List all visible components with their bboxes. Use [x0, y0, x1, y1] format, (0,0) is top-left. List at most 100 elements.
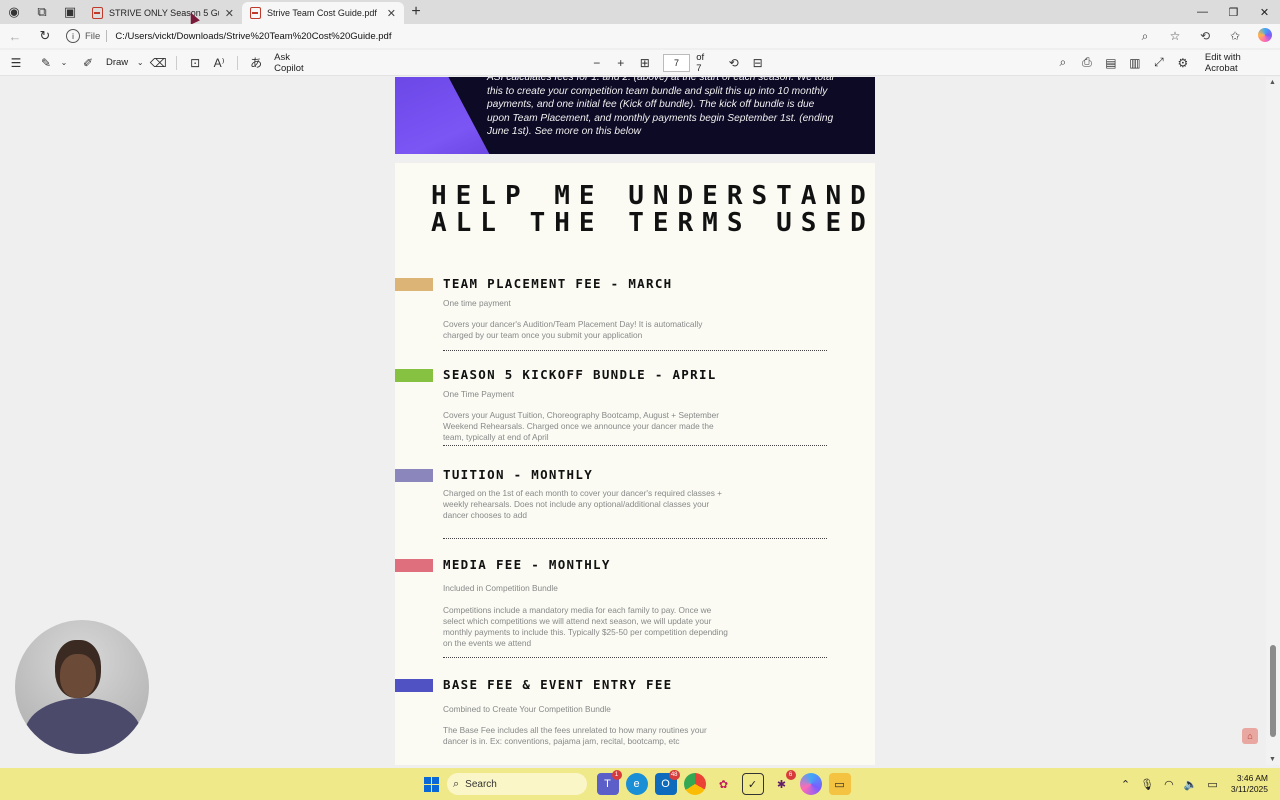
term-heading: SEASON 5 KICKOFF BUNDLE - APRIL	[443, 367, 717, 382]
zoom-icon[interactable]: ⌕	[1130, 24, 1160, 48]
battery-icon[interactable]: ▭	[1207, 778, 1217, 791]
term-subtitle: Included in Competition Bundle	[443, 583, 558, 593]
favorites-icon[interactable]: ✩	[1220, 24, 1250, 48]
minimize-icon[interactable]: —	[1187, 0, 1218, 24]
pdf-icon	[250, 7, 261, 19]
read-aloud-icon[interactable]: A⁾	[207, 50, 231, 76]
vertical-scrollbar[interactable]: ▲ ▼	[1266, 77, 1280, 765]
term-heading: MEDIA FEE - MONTHLY	[443, 557, 611, 572]
color-bar	[395, 679, 433, 692]
extensions-icon[interactable]: ⟲	[1190, 24, 1220, 48]
restore-icon[interactable]: ❐	[1218, 0, 1249, 24]
page-number-input[interactable]: 7	[662, 53, 691, 72]
clock[interactable]: 3:46 AM 3/11/2025	[1231, 773, 1268, 795]
person-body	[25, 698, 141, 754]
profile-icon[interactable]: ◉	[0, 0, 28, 24]
refresh-icon[interactable]: ↻	[30, 24, 60, 48]
new-tab-button[interactable]: +	[404, 0, 428, 24]
favorite-star-icon[interactable]: ☆	[1160, 24, 1190, 48]
pdf-viewer[interactable]: ASI calculates fees for 1. and 2. (above…	[0, 77, 1266, 765]
notification-badge: 6	[785, 770, 796, 780]
highlight-icon[interactable]: ✎	[34, 50, 58, 76]
intro-paragraph: ASI calculates fees for 1. and 2. (above…	[487, 77, 834, 137]
webcam-overlay	[15, 620, 149, 754]
page-title: HELP ME UNDERSTAND ALL THE TERMS USED	[431, 183, 875, 237]
close-window-icon[interactable]: ✕	[1249, 0, 1280, 24]
contents-icon[interactable]: ☰	[4, 50, 28, 76]
tab-title: STRIVE ONLY Season 5 Guidebook	[109, 8, 219, 18]
term-description: The Base Fee includes all the fees unrel…	[443, 725, 707, 746]
close-tab-icon[interactable]: ✕	[225, 7, 234, 20]
close-tab-icon[interactable]: ✕	[387, 7, 396, 20]
address-bar: ← ↻ i File C:/Users/vickt/Downloads/Stri…	[0, 24, 1280, 48]
chevron-down-icon[interactable]: ⌄	[58, 50, 70, 76]
app-icon[interactable]: ✿	[713, 773, 735, 795]
settings-icon[interactable]: ⚙	[1171, 50, 1195, 76]
acrobat-icon[interactable]: ⌂	[1242, 728, 1258, 744]
edit-with-acrobat-button[interactable]: Edit with Acrobat	[1205, 52, 1274, 74]
divider	[176, 55, 178, 70]
draw-button[interactable]: Draw	[106, 57, 128, 68]
eraser-icon[interactable]: ⌫	[146, 50, 170, 76]
text-box-icon[interactable]: ⊡	[183, 50, 207, 76]
page-view-icon[interactable]: ⊟	[746, 50, 770, 76]
pdf-page: HELP ME UNDERSTAND ALL THE TERMS USED TE…	[395, 163, 875, 765]
divider	[106, 30, 108, 42]
ask-copilot-button[interactable]: Ask Copilot	[274, 52, 321, 74]
volume-icon[interactable]: 🔈	[1184, 778, 1198, 791]
edge-icon[interactable]: e	[625, 773, 648, 795]
file-explorer-icon[interactable]: ▭	[828, 773, 851, 795]
term-description: Covers your dancer's Audition/Team Place…	[443, 319, 703, 340]
dotted-divider	[443, 350, 827, 351]
workspaces-icon[interactable]: ⧉	[28, 0, 56, 24]
outlook-icon[interactable]: O 48	[654, 770, 680, 795]
term-description: Covers your August Tuition, Choreography…	[443, 410, 720, 442]
title-line: ALL THE TERMS USED	[431, 208, 875, 238]
url-text[interactable]: C:/Users/vickt/Downloads/Strive%20Team%2…	[115, 31, 391, 42]
pdf-toolbar: ☰ ✎ ⌄ ✐ Draw ⌄ ⌫ ⊡ A⁾ あ Ask Copilot − + …	[0, 50, 1280, 76]
back-icon[interactable]: ←	[0, 24, 30, 48]
todo-icon[interactable]: ✓	[741, 773, 764, 795]
window-controls: — ❐ ✕	[1187, 0, 1280, 24]
url-field[interactable]: i File C:/Users/vickt/Downloads/Strive%2…	[66, 26, 1126, 46]
color-bar	[395, 469, 433, 482]
draw-icon[interactable]: ✐	[76, 50, 100, 76]
info-icon[interactable]: i	[66, 29, 80, 43]
clock-time: 3:46 AM	[1236, 773, 1268, 783]
save-icon[interactable]: ▤	[1099, 50, 1123, 76]
term-subtitle: One Time Payment	[443, 389, 515, 399]
notification-badge: 48	[668, 770, 680, 780]
divider	[237, 55, 239, 70]
search-icon[interactable]: ⌕	[1051, 50, 1075, 76]
copilot-icon[interactable]	[1258, 28, 1272, 42]
scroll-down-icon[interactable]: ▼	[1269, 756, 1276, 763]
translate-icon[interactable]: あ	[244, 50, 268, 76]
start-windows-icon[interactable]	[424, 776, 439, 792]
tab-cost-guide[interactable]: Strive Team Cost Guide.pdf ✕	[242, 2, 404, 24]
previous-page-bottom: ASI calculates fees for 1. and 2. (above…	[395, 77, 875, 154]
dotted-divider	[443, 445, 827, 446]
fullscreen-icon[interactable]: ⤢	[1147, 50, 1171, 76]
taskbar: ⌕ Search T1 e O 48 ✿ ✓ ✱ 6 ▭ ⌃ 🎙 ◠ 🔈 ▭ 3:4…	[0, 768, 1280, 800]
chevron-down-icon[interactable]: ⌄	[134, 50, 146, 76]
rotate-icon[interactable]: ⟲	[722, 50, 746, 76]
slack-icon[interactable]: ✱ 6	[771, 770, 796, 795]
zoom-out-icon[interactable]: −	[585, 50, 609, 76]
tab-guidebook[interactable]: STRIVE ONLY Season 5 Guidebook ✕	[84, 2, 242, 24]
microphone-icon[interactable]: 🎙	[1140, 778, 1154, 791]
print-icon[interactable]: ⎙	[1075, 50, 1099, 76]
notification-badge: 1	[611, 770, 622, 780]
fit-page-icon[interactable]: ⊞	[633, 50, 657, 76]
zoom-in-icon[interactable]: +	[609, 50, 633, 76]
person-face	[60, 654, 96, 698]
chrome-icon[interactable]	[683, 773, 706, 795]
teams-icon[interactable]: T1	[596, 770, 622, 795]
scrollbar-thumb[interactable]	[1270, 645, 1276, 737]
chevron-up-icon[interactable]: ⌃	[1121, 778, 1130, 791]
wifi-icon[interactable]: ◠	[1164, 778, 1174, 791]
tab-actions-icon[interactable]: ▣	[56, 0, 84, 24]
copilot-app-icon[interactable]	[799, 773, 822, 795]
taskbar-search[interactable]: ⌕ Search	[447, 773, 587, 795]
scroll-up-icon[interactable]: ▲	[1269, 79, 1276, 86]
save-as-icon[interactable]: ▥	[1123, 50, 1147, 76]
